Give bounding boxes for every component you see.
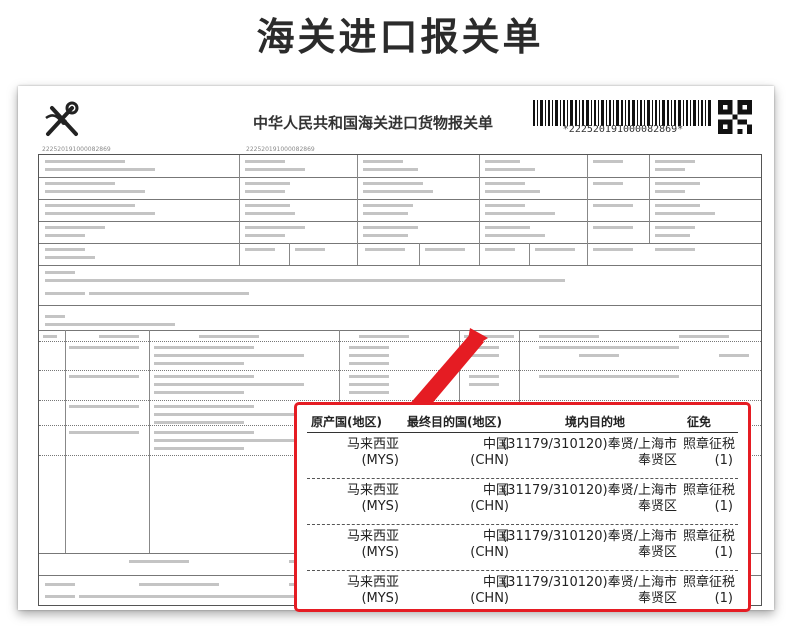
origin-country: 马来西亚 (346, 575, 399, 590)
origin-country: 马来西亚 (346, 529, 399, 544)
row-divider (307, 478, 738, 479)
tax-mode: 照章征税 (682, 529, 735, 544)
destination-country: 中国 (482, 437, 509, 452)
destination-code: (CHN) (470, 499, 509, 514)
domestic-district: 奉贤区 (637, 545, 677, 560)
origin-code: (MYS) (361, 453, 399, 468)
prerecord-number: 222520191000082869 (42, 146, 111, 153)
page-title: 海关进口报关单 (256, 15, 544, 59)
barcode-number: *222520191000082869* (562, 124, 684, 135)
domestic-district: 奉贤区 (637, 591, 677, 606)
domestic-district: 奉贤区 (637, 499, 677, 514)
destination-country: 中国 (482, 575, 509, 590)
tax-mode: 照章征税 (682, 437, 735, 452)
domestic-destination: (31179/310120)奉贤/上海市 (502, 575, 677, 590)
tax-mode: 照章征税 (682, 575, 735, 590)
tax-code: (1) (714, 545, 733, 560)
tax-mode: 照章征税 (682, 483, 735, 498)
header-destination: 最终目的国(地区) (407, 415, 502, 429)
qr-code (718, 100, 752, 134)
document-title: 中华人民共和国海关进口货物报关单 (253, 114, 494, 132)
domestic-destination: (31179/310120)奉贤/上海市 (502, 529, 677, 544)
origin-country: 马来西亚 (346, 437, 399, 452)
domestic-destination: (31179/310120)奉贤/上海市 (502, 483, 677, 498)
header-origin: 原产国(地区) (311, 415, 382, 429)
domestic-district: 奉贤区 (637, 453, 677, 468)
origin-country: 马来西亚 (346, 483, 399, 498)
tax-code: (1) (714, 591, 733, 606)
destination-code: (CHN) (470, 591, 509, 606)
header-domestic: 境内目的地 (565, 415, 626, 429)
origin-code: (MYS) (361, 499, 399, 514)
tax-code: (1) (714, 453, 733, 468)
destination-code: (CHN) (470, 545, 509, 560)
barcode (533, 100, 711, 126)
header-tax: 征免 (687, 415, 712, 429)
customs-emblem-icon (45, 101, 79, 136)
destination-country: 中国 (482, 483, 509, 498)
customs-number: 222520191000082869 (246, 146, 315, 153)
row-divider (307, 524, 738, 525)
origin-code: (MYS) (361, 591, 399, 606)
tax-code: (1) (714, 499, 733, 514)
magnified-detail-box: 原产国(地区) 最终目的国(地区) 境内目的地 征免 马来西亚 (MYS) 中国… (294, 402, 751, 612)
destination-country: 中国 (482, 529, 509, 544)
header-divider (307, 432, 738, 433)
row-divider (307, 570, 738, 571)
domestic-destination: (31179/310120)奉贤/上海市 (502, 437, 677, 452)
origin-code: (MYS) (361, 545, 399, 560)
destination-code: (CHN) (470, 453, 509, 468)
